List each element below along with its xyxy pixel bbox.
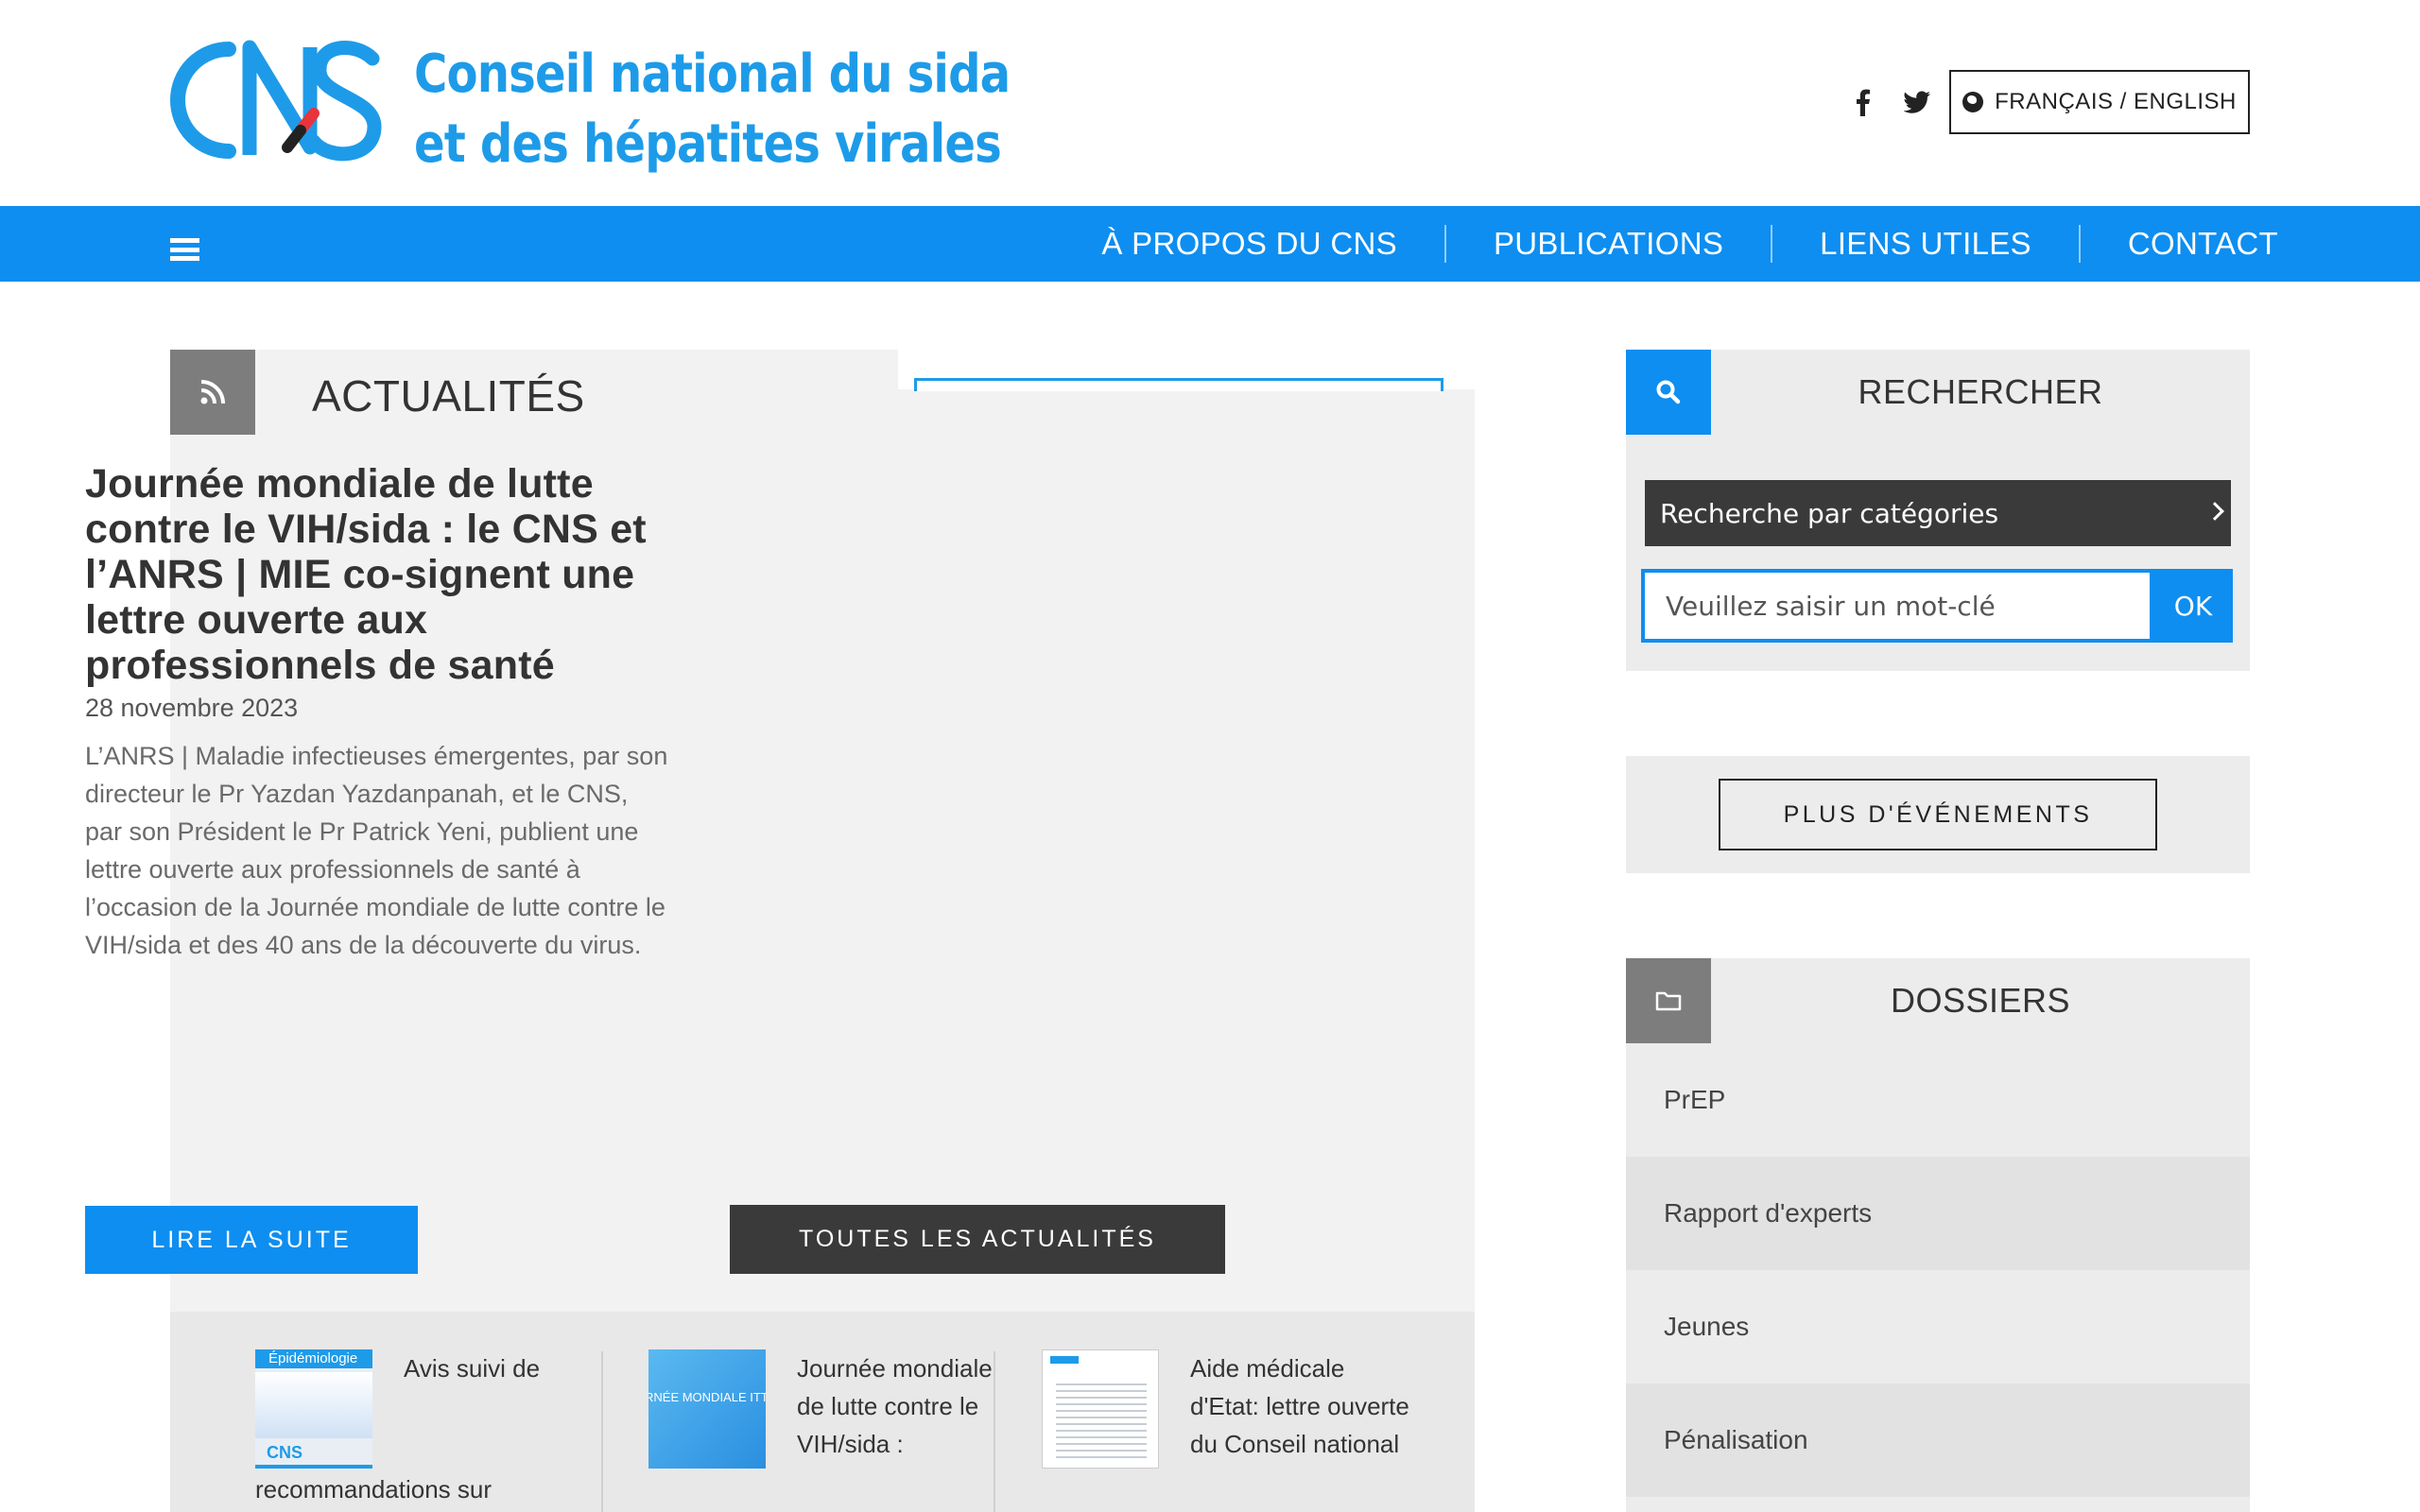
thumb-logo: CNS <box>267 1443 303 1462</box>
language-switch-button[interactable]: FRANÇAIS / ENGLISH <box>1949 70 2250 134</box>
dossier-item-prep[interactable]: PrEP <box>1626 1043 2250 1157</box>
search-glyph <box>1656 380 1681 404</box>
category-select-value: Recherche par catégories <box>1660 497 1999 529</box>
related-item[interactable]: Épidémiologie CNS Avis suivi de recomman… <box>255 1349 605 1512</box>
facebook-icon[interactable] <box>1843 83 1881 121</box>
related-title: Aide médicale d'Etat: lettre ouverte du … <box>1190 1354 1409 1458</box>
cns-logo-mark <box>170 40 382 162</box>
events-widget: PLUS D'ÉVÉNEMENTS <box>1626 756 2250 873</box>
related-title: Journée mondiale de lutte contre le VIH/… <box>797 1354 993 1458</box>
category-select[interactable]: Recherche par catégories <box>1645 480 2231 546</box>
search-ok-button[interactable]: OK <box>2153 569 2233 643</box>
logo-line-1: Conseil national du sida <box>414 43 1011 105</box>
nav-item-publications[interactable]: PUBLICATIONS <box>1443 225 1771 263</box>
nav-item-about[interactable]: À PROPOS DU CNS <box>1054 225 1444 263</box>
search-icon[interactable] <box>1626 350 1711 435</box>
folder-glyph <box>1655 991 1682 1011</box>
related-divider <box>601 1351 603 1512</box>
dossiers-heading: DOSSIERS <box>1890 981 2071 1020</box>
dossier-item-youth[interactable]: Jeunes <box>1626 1270 2250 1383</box>
logo-text: Conseil national du sida et des hépatite… <box>414 40 1011 180</box>
keyword-search-input[interactable]: Veuillez saisir un mot-clé <box>1641 569 2153 643</box>
thumb-logo-bar <box>1050 1356 1079 1364</box>
thumb-header: Épidémiologie <box>255 1349 372 1368</box>
site-header: Conseil national du sida et des hépatite… <box>0 0 2420 206</box>
dossier-item-experts-report[interactable]: Rapport d'experts <box>1626 1157 2250 1270</box>
rss-icon[interactable] <box>170 350 255 435</box>
nav-items: À PROPOS DU CNS PUBLICATIONS LIENS UTILE… <box>1054 206 2325 282</box>
search-widget: RECHERCHER Recherche par catégories Veui… <box>1626 350 2250 671</box>
twitter-glyph <box>1904 91 1930 113</box>
twitter-icon[interactable] <box>1898 83 1936 121</box>
thumb-page <box>255 1372 372 1438</box>
main-nav: À PROPOS DU CNS PUBLICATIONS LIENS UTILE… <box>0 206 2420 282</box>
thumb-lines <box>1056 1379 1147 1460</box>
related-title-tail: recommandations sur <box>255 1475 492 1503</box>
logo-line-2: et des hépatites virales <box>414 113 1002 175</box>
related-title: Avis suivi de <box>404 1354 541 1383</box>
article-date: 28 novembre 2023 <box>85 694 299 722</box>
dossier-item-penalisation[interactable]: Pénalisation <box>1626 1383 2250 1497</box>
menu-bar <box>170 238 199 243</box>
related-thumbnail: Épidémiologie CNS <box>255 1349 372 1469</box>
related-divider <box>994 1351 995 1512</box>
page: Conseil national du sida et des hépatite… <box>0 0 2420 1512</box>
menu-bar <box>170 256 199 261</box>
thumb-bar <box>255 1465 372 1469</box>
related-thumbnail <box>1042 1349 1159 1469</box>
thumb-caption: RNÉE MONDIALE ITTE CONTRE LE SI <box>648 1390 766 1404</box>
menu-bar <box>170 247 199 252</box>
slider-frame[interactable] <box>914 378 1443 391</box>
language-label: FRANÇAIS / ENGLISH <box>1995 89 2237 114</box>
keyword-placeholder: Veuillez saisir un mot-clé <box>1666 590 1996 622</box>
related-thumbnail: RNÉE MONDIALE ITTE CONTRE LE SI <box>648 1349 766 1469</box>
rss-glyph <box>200 380 225 404</box>
globe-icon <box>1962 92 1984 112</box>
folder-icon <box>1626 958 1711 1043</box>
all-news-button[interactable]: TOUTES LES ACTUALITÉS <box>730 1205 1225 1274</box>
nav-item-contact[interactable]: CONTACT <box>2078 225 2325 263</box>
related-item[interactable]: Aide médicale d'Etat: lettre ouverte du … <box>1042 1349 1409 1512</box>
chevron-down-icon <box>2205 502 2224 521</box>
dossiers-widget: DOSSIERS PrEP Rapport d'experts Jeunes P… <box>1626 958 2250 1512</box>
facebook-glyph <box>1857 89 1870 116</box>
search-heading: RECHERCHER <box>1858 372 2103 411</box>
menu-icon[interactable] <box>170 238 199 261</box>
news-section-title: ACTUALITÉS <box>312 371 585 421</box>
related-news: Épidémiologie CNS Avis suivi de recomman… <box>170 1312 1475 1512</box>
article-title[interactable]: Journée mondiale de lutte contre le VIH/… <box>85 461 690 688</box>
read-more-button[interactable]: LIRE LA SUITE <box>85 1206 418 1274</box>
article-excerpt: L’ANRS | Maladie infectieuses émergentes… <box>85 742 668 959</box>
nav-item-useful-links[interactable]: LIENS UTILES <box>1771 225 2079 263</box>
site-logo[interactable]: Conseil national du sida et des hépatite… <box>170 36 1011 175</box>
related-item[interactable]: RNÉE MONDIALE ITTE CONTRE LE SI Journée … <box>648 1349 1008 1512</box>
more-events-button[interactable]: PLUS D'ÉVÉNEMENTS <box>1719 779 2157 850</box>
